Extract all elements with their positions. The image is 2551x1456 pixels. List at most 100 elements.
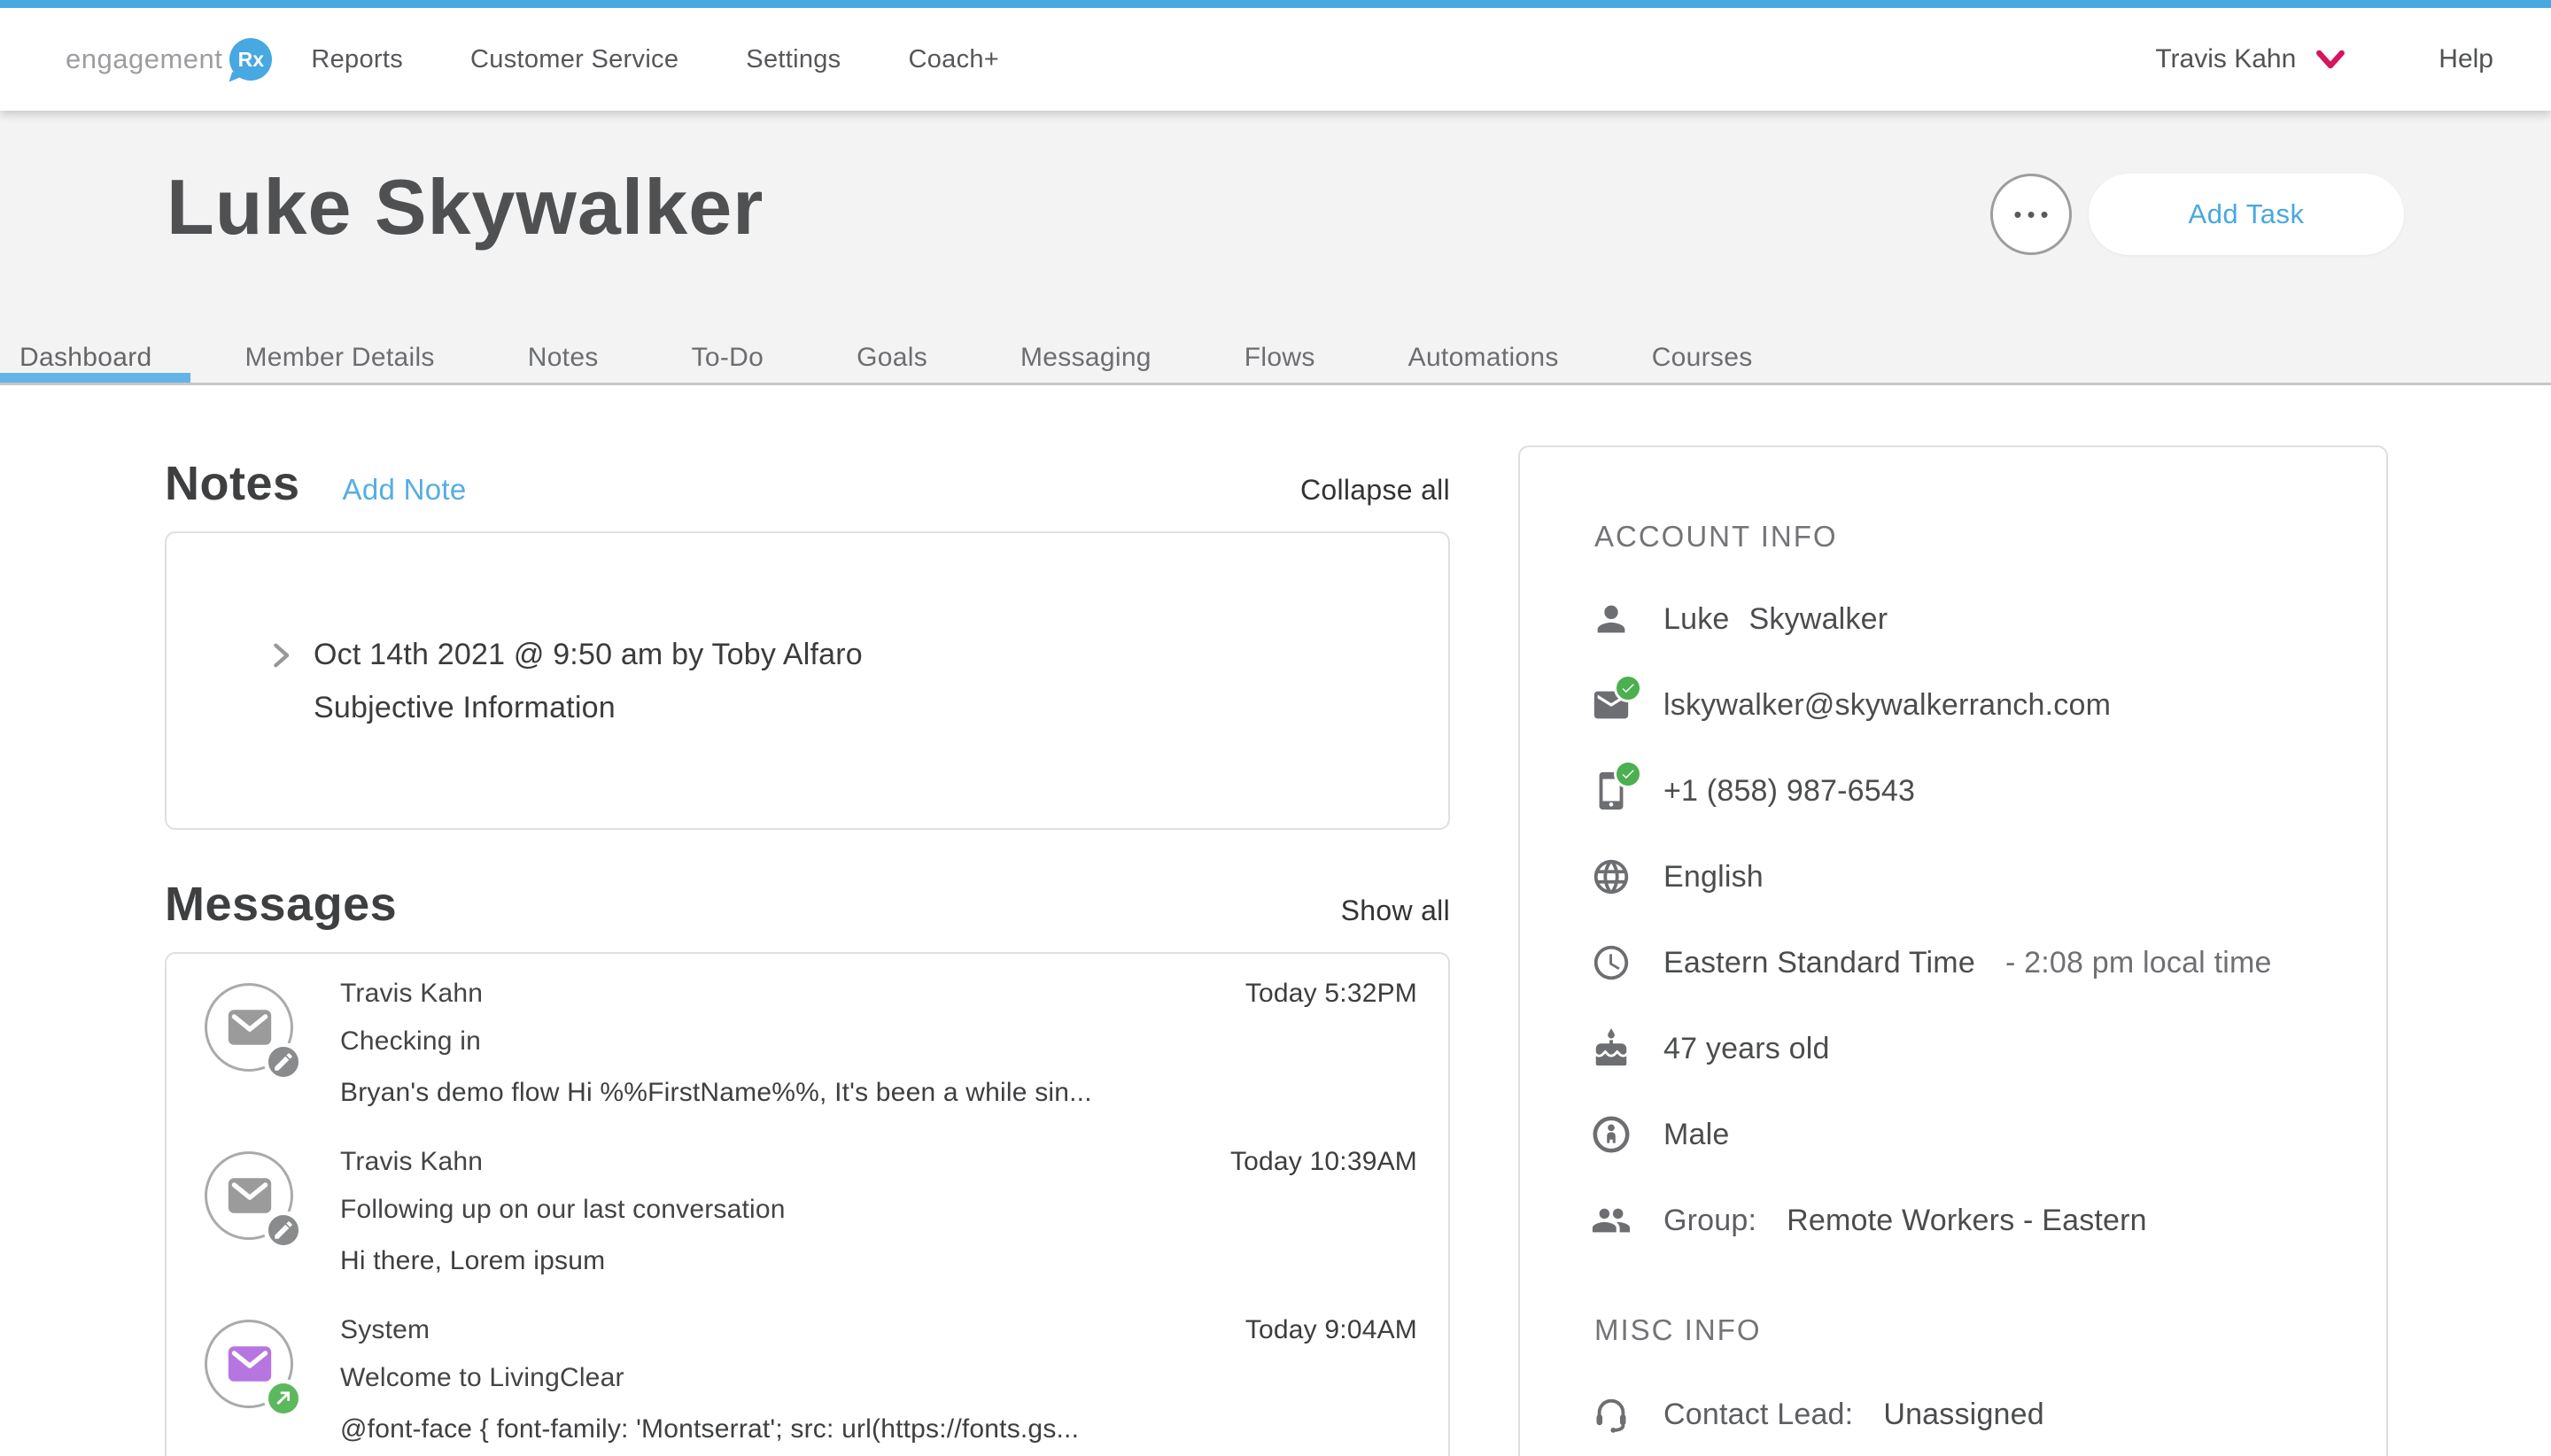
ellipsis-icon: ••• [2008, 203, 2053, 226]
message-preview: @font-face { font-family: 'Montserrat'; … [340, 1414, 1079, 1444]
engagement-rx-logo[interactable]: engagement Rx [66, 38, 272, 81]
page-title: Luke Skywalker [167, 162, 764, 252]
main-nav-links: Reports Customer Service Settings Coach+ [311, 45, 999, 74]
tab-to-do[interactable]: To-Do [692, 343, 764, 373]
chevron-right-icon [266, 640, 296, 670]
contact-lead: Contact Lead:Unassigned [1663, 1398, 2044, 1432]
member-header: Luke Skywalker ••• Add Task Dashboard Me… [0, 111, 2551, 385]
gender-icon [1591, 1114, 1632, 1155]
message-avatar [205, 1320, 293, 1408]
group-icon [1591, 1200, 1632, 1241]
account-info-card: ACCOUNT INFO LukeSkywalker lskywalker@sk… [1518, 445, 2388, 1456]
message-avatar [205, 983, 293, 1072]
pencil-badge-icon [264, 1042, 303, 1081]
help-link[interactable]: Help [2439, 44, 2493, 74]
globe-icon [1591, 856, 1632, 897]
clock-icon [1591, 942, 1632, 983]
tab-flows[interactable]: Flows [1244, 343, 1315, 373]
message-subject: Checking in [340, 1026, 481, 1057]
member-gender: Male [1663, 1118, 1730, 1152]
message-time: Today 5:32PM [1245, 979, 1417, 1009]
message-row[interactable]: Travis Kahn Today 10:39AM Following up o… [167, 1147, 1448, 1311]
messages-heading: Messages [165, 877, 397, 932]
contact-lead-row: Contact Lead:Unassigned [1591, 1386, 2044, 1443]
tab-member-details[interactable]: Member Details [244, 343, 434, 373]
rx-logo-badge-icon: Rx [229, 38, 272, 81]
add-task-button[interactable]: Add Task [2089, 174, 2404, 255]
messages-card: Travis Kahn Today 5:32PM Checking in Bry… [165, 952, 1450, 1456]
envelope-icon [226, 1176, 274, 1215]
dashboard-content: Notes Add Note Collapse all Oct 14th 202… [0, 385, 2551, 1456]
collapse-all-link[interactable]: Collapse all [1300, 474, 1450, 507]
pencil-badge-icon [264, 1211, 303, 1250]
member-phone: +1 (858) 987-6543 [1663, 774, 1915, 809]
nav-item-settings[interactable]: Settings [746, 45, 841, 74]
page: engagement Rx Reports Customer Service S… [0, 0, 2551, 1456]
verified-check-icon [1614, 674, 1642, 702]
account-timezone-row: Eastern Standard Time- 2:08 pm local tim… [1591, 934, 2272, 991]
notes-heading: Notes [165, 456, 300, 511]
tab-goals[interactable]: Goals [857, 343, 927, 373]
account-gender-row: Male [1591, 1106, 1730, 1163]
show-all-link[interactable]: Show all [1341, 895, 1450, 927]
tab-dashboard[interactable]: Dashboard [19, 343, 151, 373]
user-name: Travis Kahn [2155, 44, 2296, 74]
verified-check-icon [1614, 760, 1642, 788]
top-navigation-bar: engagement Rx Reports Customer Service S… [0, 0, 2551, 111]
logo-text: engagement [66, 43, 222, 75]
add-note-link[interactable]: Add Note [343, 473, 467, 507]
misc-info-heading: MISC INFO [1594, 1313, 1762, 1347]
message-row[interactable]: Travis Kahn Today 5:32PM Checking in Bry… [167, 979, 1448, 1142]
tab-messaging[interactable]: Messaging [1020, 343, 1151, 373]
envelope-icon [226, 1008, 274, 1047]
account-language-row: English [1591, 848, 1764, 905]
envelope-icon [226, 1344, 274, 1383]
message-sender: Travis Kahn [340, 1147, 483, 1177]
active-tab-indicator [0, 373, 190, 383]
nav-item-reports[interactable]: Reports [311, 45, 403, 74]
note-title-text: Subjective Information [314, 691, 616, 725]
local-time: - 2:08 pm local time [2005, 946, 2272, 980]
member-timezone: Eastern Standard Time- 2:08 pm local tim… [1663, 946, 2272, 980]
message-sender: System [340, 1315, 430, 1345]
member-name: LukeSkywalker [1663, 602, 1888, 637]
top-accent-strip [0, 0, 2551, 8]
contact-lead-label: Contact Lead: [1663, 1398, 1853, 1431]
birthday-cake-icon [1591, 1028, 1632, 1069]
message-row[interactable]: System Today 9:04AM Welcome to LivingCle… [167, 1315, 1448, 1456]
nav-item-customer-service[interactable]: Customer Service [470, 45, 678, 74]
user-menu[interactable]: Travis Kahn [2155, 44, 2346, 74]
message-avatar [205, 1151, 293, 1240]
account-age-row: 47 years old [1591, 1020, 1830, 1077]
note-header-text: Oct 14th 2021 @ 9:50 am by Toby Alfaro [314, 638, 863, 672]
account-name-row: LukeSkywalker [1591, 591, 1888, 647]
message-sender: Travis Kahn [340, 979, 483, 1009]
notes-card: Oct 14th 2021 @ 9:50 am by Toby Alfaro S… [165, 531, 1450, 830]
chevron-down-icon [2315, 49, 2346, 70]
account-group-row: Group:Remote Workers - Eastern [1591, 1192, 2147, 1249]
note-entry[interactable]: Oct 14th 2021 @ 9:50 am by Toby Alfaro [266, 638, 863, 672]
message-time: Today 9:04AM [1245, 1315, 1417, 1345]
logo-badge-text: Rx [238, 48, 264, 72]
email-icon [1591, 685, 1632, 725]
account-email-row: lskywalker@skywalkerranch.com [1591, 677, 2111, 733]
message-time: Today 10:39AM [1230, 1147, 1417, 1177]
message-preview: Hi there, Lorem ipsum [340, 1246, 605, 1276]
mobile-phone-icon [1591, 771, 1632, 811]
person-icon [1591, 599, 1632, 639]
member-tabs: Dashboard Member Details Notes To-Do Goa… [0, 343, 1753, 373]
member-email: lskywalker@skywalkerranch.com [1663, 688, 2111, 723]
message-subject: Following up on our last conversation [340, 1195, 786, 1225]
message-subject: Welcome to LivingClear [340, 1363, 624, 1393]
account-phone-row: +1 (858) 987-6543 [1591, 763, 1915, 819]
tab-notes[interactable]: Notes [528, 343, 599, 373]
headset-icon [1591, 1394, 1632, 1435]
more-options-button[interactable]: ••• [1990, 174, 2072, 255]
notes-section-header: Notes Add Note Collapse all [165, 456, 1450, 511]
messages-section-header: Messages Show all [165, 877, 1450, 932]
nav-item-coach-plus[interactable]: Coach+ [908, 45, 999, 74]
topbar-right-group: Travis Kahn Help [2155, 44, 2493, 74]
tab-courses[interactable]: Courses [1652, 343, 1753, 373]
account-info-heading: ACCOUNT INFO [1594, 520, 1838, 554]
tab-automations[interactable]: Automations [1408, 343, 1559, 373]
